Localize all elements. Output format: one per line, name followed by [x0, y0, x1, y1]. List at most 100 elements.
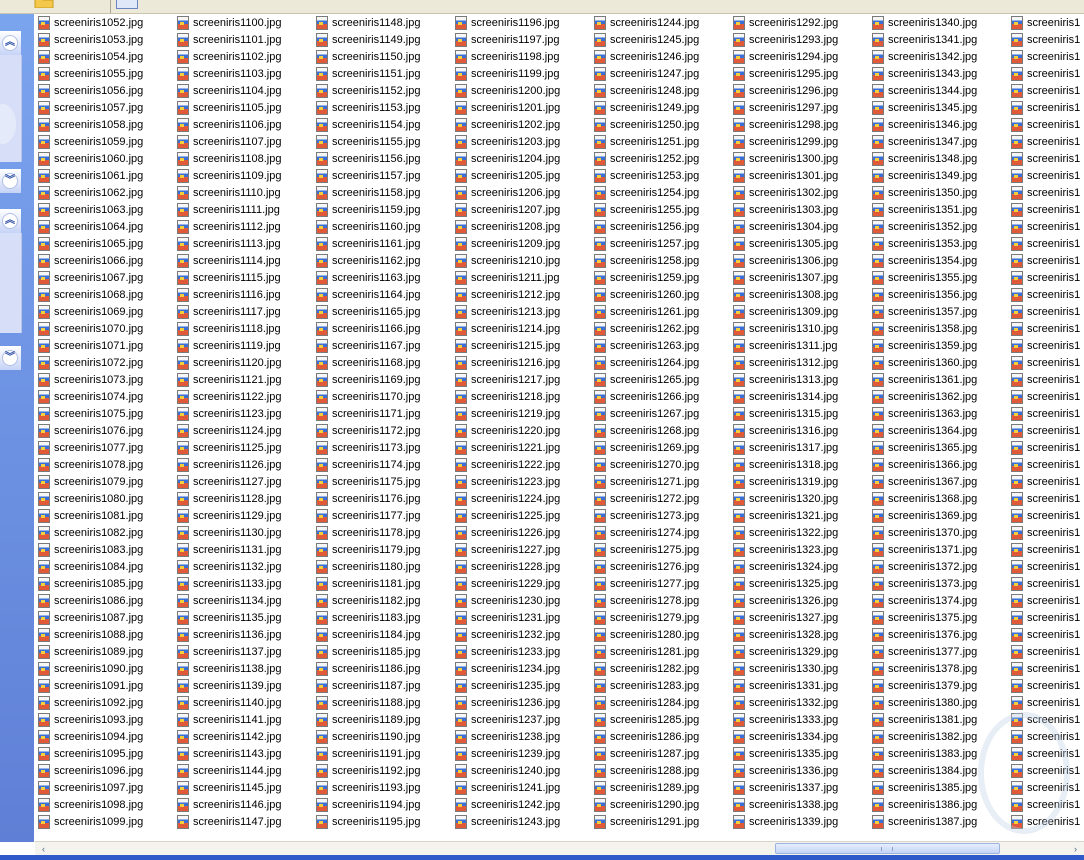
file-item[interactable]: screeniris1307.jpg [730, 269, 869, 286]
file-item[interactable]: screeniris1114.jpg [174, 252, 313, 269]
file-item[interactable]: screeniris1301.jpg [730, 167, 869, 184]
file-item[interactable]: screeniris1067.jpg [35, 269, 174, 286]
file-item[interactable]: screeniris1147.jpg [174, 813, 313, 830]
file-item[interactable]: screeniris1 [1008, 150, 1084, 167]
file-item[interactable]: screeniris1 [1008, 422, 1084, 439]
expand-chevron-icon[interactable]: ︾ [2, 350, 18, 366]
file-item[interactable]: screeniris1228.jpg [452, 558, 591, 575]
file-item[interactable]: screeniris1260.jpg [591, 286, 730, 303]
file-item[interactable]: screeniris1162.jpg [313, 252, 452, 269]
file-item[interactable]: screeniris1150.jpg [313, 48, 452, 65]
file-item[interactable]: screeniris1240.jpg [452, 762, 591, 779]
file-item[interactable]: screeniris1187.jpg [313, 677, 452, 694]
file-item[interactable]: screeniris1107.jpg [174, 133, 313, 150]
file-item[interactable]: screeniris1183.jpg [313, 609, 452, 626]
file-item[interactable]: screeniris1193.jpg [313, 779, 452, 796]
file-item[interactable]: screeniris1243.jpg [452, 813, 591, 830]
file-item[interactable]: screeniris1077.jpg [35, 439, 174, 456]
file-item[interactable]: screeniris1104.jpg [174, 82, 313, 99]
file-item[interactable]: screeniris1253.jpg [591, 167, 730, 184]
file-item[interactable]: screeniris1288.jpg [591, 762, 730, 779]
file-item[interactable]: screeniris1200.jpg [452, 82, 591, 99]
file-item[interactable]: screeniris1340.jpg [869, 14, 1008, 31]
file-item[interactable]: screeniris1065.jpg [35, 235, 174, 252]
file-item[interactable]: screeniris1266.jpg [591, 388, 730, 405]
file-item[interactable]: screeniris1 [1008, 745, 1084, 762]
file-item[interactable]: screeniris1085.jpg [35, 575, 174, 592]
file-item[interactable]: screeniris1130.jpg [174, 524, 313, 541]
file-item[interactable]: screeniris1095.jpg [35, 745, 174, 762]
file-item[interactable]: screeniris1 [1008, 694, 1084, 711]
file-item[interactable]: screeniris1059.jpg [35, 133, 174, 150]
file-item[interactable]: screeniris1168.jpg [313, 354, 452, 371]
file-item[interactable]: screeniris1216.jpg [452, 354, 591, 371]
file-item[interactable]: screeniris1351.jpg [869, 201, 1008, 218]
file-item[interactable]: screeniris1282.jpg [591, 660, 730, 677]
file-item[interactable]: screeniris1096.jpg [35, 762, 174, 779]
file-item[interactable]: screeniris1 [1008, 337, 1084, 354]
file-item[interactable]: screeniris1239.jpg [452, 745, 591, 762]
file-item[interactable]: screeniris1280.jpg [591, 626, 730, 643]
file-item[interactable]: screeniris1143.jpg [174, 745, 313, 762]
file-item[interactable]: screeniris1213.jpg [452, 303, 591, 320]
file-item[interactable]: screeniris1171.jpg [313, 405, 452, 422]
file-item[interactable]: screeniris1091.jpg [35, 677, 174, 694]
file-item[interactable]: screeniris1060.jpg [35, 150, 174, 167]
file-item[interactable]: screeniris1360.jpg [869, 354, 1008, 371]
file-item[interactable]: screeniris1327.jpg [730, 609, 869, 626]
file-item[interactable]: screeniris1339.jpg [730, 813, 869, 830]
file-item[interactable]: screeniris1343.jpg [869, 65, 1008, 82]
file-item[interactable]: screeniris1318.jpg [730, 456, 869, 473]
file-item[interactable]: screeniris1250.jpg [591, 116, 730, 133]
file-item[interactable]: screeniris1136.jpg [174, 626, 313, 643]
file-item[interactable]: screeniris1101.jpg [174, 31, 313, 48]
file-item[interactable]: screeniris1387.jpg [869, 813, 1008, 830]
file-item[interactable]: screeniris1139.jpg [174, 677, 313, 694]
file-item[interactable]: screeniris1 [1008, 490, 1084, 507]
file-item[interactable]: screeniris1255.jpg [591, 201, 730, 218]
file-item[interactable]: screeniris1102.jpg [174, 48, 313, 65]
file-item[interactable]: screeniris1227.jpg [452, 541, 591, 558]
file-item[interactable]: screeniris1209.jpg [452, 235, 591, 252]
file-item[interactable]: screeniris1 [1008, 31, 1084, 48]
file-item[interactable]: screeniris1 [1008, 235, 1084, 252]
file-item[interactable]: screeniris1305.jpg [730, 235, 869, 252]
file-item[interactable]: screeniris1146.jpg [174, 796, 313, 813]
file-item[interactable]: screeniris1203.jpg [452, 133, 591, 150]
file-item[interactable]: screeniris1 [1008, 133, 1084, 150]
file-item[interactable]: screeniris1244.jpg [591, 14, 730, 31]
file-item[interactable]: screeniris1359.jpg [869, 337, 1008, 354]
file-item[interactable]: screeniris1184.jpg [313, 626, 452, 643]
file-item[interactable]: screeniris1361.jpg [869, 371, 1008, 388]
file-item[interactable]: screeniris1145.jpg [174, 779, 313, 796]
file-item[interactable]: screeniris1316.jpg [730, 422, 869, 439]
file-item[interactable]: screeniris1237.jpg [452, 711, 591, 728]
file-item[interactable]: screeniris1233.jpg [452, 643, 591, 660]
file-item[interactable]: screeniris1286.jpg [591, 728, 730, 745]
file-item[interactable]: screeniris1229.jpg [452, 575, 591, 592]
file-item[interactable]: screeniris1142.jpg [174, 728, 313, 745]
file-item[interactable]: screeniris1 [1008, 779, 1084, 796]
file-item[interactable]: screeniris1310.jpg [730, 320, 869, 337]
file-item[interactable]: screeniris1135.jpg [174, 609, 313, 626]
file-item[interactable]: screeniris1074.jpg [35, 388, 174, 405]
file-item[interactable]: screeniris1190.jpg [313, 728, 452, 745]
file-item[interactable]: screeniris1309.jpg [730, 303, 869, 320]
file-item[interactable]: screeniris1141.jpg [174, 711, 313, 728]
file-item[interactable]: screeniris1291.jpg [591, 813, 730, 830]
file-item[interactable]: screeniris1144.jpg [174, 762, 313, 779]
file-item[interactable]: screeniris1328.jpg [730, 626, 869, 643]
file-item[interactable]: screeniris1090.jpg [35, 660, 174, 677]
file-item[interactable]: screeniris1311.jpg [730, 337, 869, 354]
folder-up-icon[interactable] [34, 0, 54, 8]
file-item[interactable]: screeniris1083.jpg [35, 541, 174, 558]
file-item[interactable]: screeniris1093.jpg [35, 711, 174, 728]
file-item[interactable]: screeniris1 [1008, 541, 1084, 558]
scroll-right-icon[interactable]: › [1069, 843, 1082, 855]
file-item[interactable]: screeniris1285.jpg [591, 711, 730, 728]
file-item[interactable]: screeniris1366.jpg [869, 456, 1008, 473]
file-item[interactable]: screeniris1 [1008, 524, 1084, 541]
file-item[interactable]: screeniris1258.jpg [591, 252, 730, 269]
file-item[interactable]: screeniris1 [1008, 201, 1084, 218]
file-item[interactable]: screeniris1062.jpg [35, 184, 174, 201]
